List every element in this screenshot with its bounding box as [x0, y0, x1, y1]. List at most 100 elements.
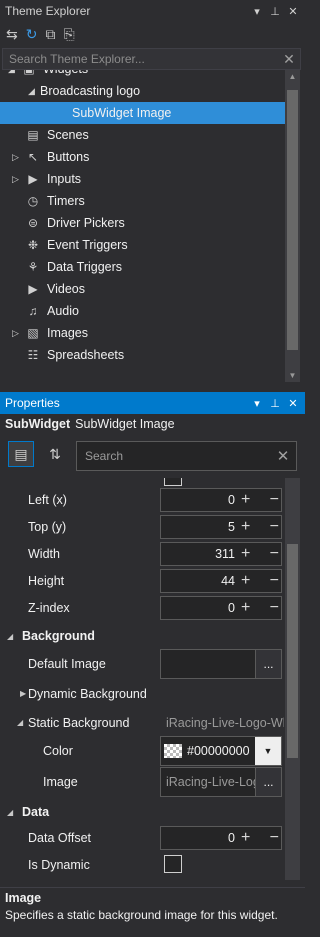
expander-icon[interactable]: ◢: [28, 86, 40, 97]
plus-icon[interactable]: +: [241, 491, 250, 509]
property-grid: Left (x) 0 + − Top (y) 5 + − Width 311 + − …: [0, 478, 284, 880]
collapse-all-icon[interactable]: ⧉: [45, 26, 55, 43]
tree-item[interactable]: ▷ ▧ Images: [0, 322, 285, 344]
plus-icon[interactable]: +: [241, 518, 250, 536]
property-row-default-image: Default Image ...: [0, 649, 284, 679]
tree-item[interactable]: ▷ ▶ Inputs: [0, 168, 285, 190]
refresh-icon[interactable]: ↻: [26, 26, 38, 43]
properties-search-input[interactable]: Search: [85, 449, 270, 463]
minus-icon[interactable]: −: [270, 829, 279, 847]
property-label: Width: [28, 546, 60, 561]
collapse-icon[interactable]: ◢: [0, 808, 22, 817]
tree-item[interactable]: ◢ Broadcasting logo: [0, 80, 285, 102]
close-icon[interactable]: ✕: [287, 397, 299, 410]
minus-icon[interactable]: −: [270, 572, 279, 590]
tree-item[interactable]: ◢▣ Widgets: [0, 70, 285, 80]
tree-item[interactable]: ⊜ Driver Pickers: [0, 212, 285, 234]
default-image-field[interactable]: ...: [160, 649, 282, 679]
is-dynamic-checkbox[interactable]: [164, 855, 182, 873]
color-swatch[interactable]: [164, 744, 182, 758]
tree-item[interactable]: ⚘ Data Triggers: [0, 256, 285, 278]
collapse-icon[interactable]: ◢: [17, 718, 23, 727]
copy-icon[interactable]: ⎘: [63, 26, 74, 43]
zindex-stepper[interactable]: 0 + −: [160, 595, 282, 620]
left-stepper[interactable]: 0 + −: [160, 487, 282, 512]
clear-search-icon[interactable]: ✕: [278, 51, 300, 68]
search-input[interactable]: Search Theme Explorer...: [9, 52, 278, 66]
data-offset-value[interactable]: 0: [161, 831, 241, 845]
dropdown-icon[interactable]: ▾: [251, 5, 263, 18]
category-background[interactable]: ◢ Background: [0, 624, 284, 648]
minus-icon[interactable]: −: [270, 599, 279, 617]
pin-icon[interactable]: ⊥: [269, 5, 281, 18]
dropdown-icon[interactable]: ▾: [251, 397, 263, 410]
plus-icon[interactable]: +: [241, 829, 250, 847]
color-picker[interactable]: #00000000 ▼: [160, 736, 282, 766]
color-value[interactable]: #00000000: [187, 744, 255, 758]
minus-icon[interactable]: −: [270, 518, 279, 536]
expand-icon[interactable]: ▶: [20, 689, 26, 698]
spreadsheet-icon: ☷: [27, 348, 39, 362]
tree-item[interactable]: ❉ Event Triggers: [0, 234, 285, 256]
property-label: Default Image: [28, 657, 106, 671]
help-title: Image: [5, 891, 42, 905]
height-value[interactable]: 44: [161, 574, 241, 588]
tree-item[interactable]: ▷ ↖ Buttons: [0, 146, 285, 168]
zindex-value[interactable]: 0: [161, 601, 241, 615]
top-stepper[interactable]: 5 + −: [160, 514, 282, 539]
height-stepper[interactable]: 44 + −: [160, 568, 282, 593]
left-value[interactable]: 0: [161, 493, 241, 507]
width-value[interactable]: 311: [161, 547, 241, 561]
data-offset-stepper[interactable]: 0 + −: [160, 825, 282, 850]
scroll-down-icon[interactable]: ▼: [285, 371, 300, 380]
plus-icon[interactable]: +: [241, 599, 250, 617]
expander-icon[interactable]: ▷: [12, 328, 24, 339]
sync-icon[interactable]: ⇆: [6, 26, 18, 43]
category-label: Data: [22, 805, 50, 819]
width-stepper[interactable]: 311 + −: [160, 541, 282, 566]
tree-item-label: Videos: [47, 282, 85, 296]
close-icon[interactable]: ✕: [287, 5, 299, 18]
tree-item[interactable]: ☷ Spreadsheets: [0, 344, 285, 366]
hidden-row-checkbox[interactable]: [164, 478, 182, 486]
image-field[interactable]: iRacing-Live-Logo ...: [160, 767, 282, 797]
plus-icon[interactable]: +: [241, 545, 250, 563]
tree-scroll-thumb[interactable]: [287, 90, 298, 350]
top-value[interactable]: 5: [161, 520, 241, 534]
scroll-up-icon[interactable]: ▲: [285, 72, 300, 81]
minus-icon[interactable]: −: [270, 545, 279, 563]
minus-icon[interactable]: −: [270, 491, 279, 509]
alphabetical-sort-button[interactable]: ⇅: [42, 441, 68, 467]
tree-item[interactable]: ◷ Timers: [0, 190, 285, 212]
property-row-dynamic-background[interactable]: ▶ Dynamic Background: [0, 680, 284, 707]
theme-explorer-title: Theme Explorer: [5, 4, 91, 18]
browse-button[interactable]: ...: [255, 650, 281, 678]
tree-item-label: Broadcasting logo: [40, 84, 141, 98]
event-trigger-icon: ❉: [27, 238, 39, 252]
properties-scrollbar[interactable]: [285, 478, 300, 880]
theme-explorer-title-bar: Theme Explorer ▾ ⊥ ✕: [0, 0, 305, 22]
tree-item[interactable]: SubWidget Image: [0, 102, 285, 124]
categorized-view-button[interactable]: ▤: [8, 441, 34, 467]
plus-icon[interactable]: +: [241, 572, 250, 590]
property-row-static-background[interactable]: ◢ Static Background iRacing-Live-Logo-Wh: [0, 709, 284, 736]
image-value[interactable]: iRacing-Live-Logo: [161, 775, 255, 789]
clear-search-icon[interactable]: ✕: [270, 447, 296, 465]
browse-button[interactable]: ...: [255, 768, 281, 796]
properties-search[interactable]: Search ✕: [76, 441, 297, 471]
expander-icon[interactable]: ▷: [12, 174, 24, 185]
expander-icon[interactable]: ◢: [8, 70, 20, 75]
lightbulb-icon: ⚘: [27, 260, 39, 274]
expander-icon[interactable]: ▷: [12, 152, 24, 163]
theme-explorer-search[interactable]: Search Theme Explorer... ✕: [2, 48, 301, 70]
tree-item[interactable]: ▶ Videos: [0, 278, 285, 300]
properties-scroll-thumb[interactable]: [287, 544, 298, 758]
pin-icon[interactable]: ⊥: [269, 397, 281, 410]
collapse-icon[interactable]: ◢: [0, 632, 22, 641]
tree-scrollbar[interactable]: ▲ ▼: [285, 70, 300, 382]
tree-item[interactable]: ♫ Audio: [0, 300, 285, 322]
category-data[interactable]: ◢ Data: [0, 800, 284, 824]
chevron-down-icon[interactable]: ▼: [255, 737, 281, 765]
tree-item[interactable]: ▤ Scenes: [0, 124, 285, 146]
tree-item-label: Audio: [47, 304, 79, 318]
